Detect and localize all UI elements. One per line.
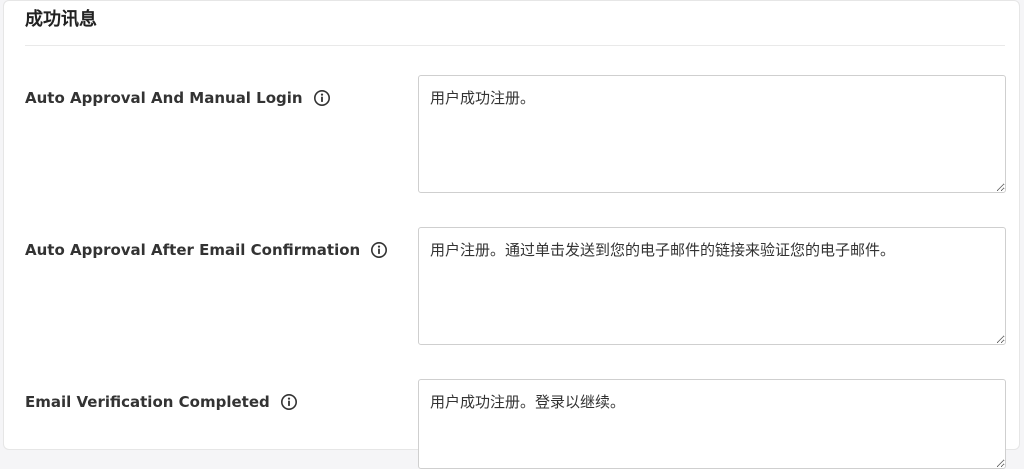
field-label-email-verification-completed: Email Verification Completed xyxy=(25,393,298,411)
field-label-text: Auto Approval And Manual Login xyxy=(25,89,303,107)
field-label-auto-approval-after-email-confirmation: Auto Approval After Email Confirmation xyxy=(25,241,388,259)
message-textarea-auto-approval-after-email-confirmation[interactable]: 用户注册。通过单击发送到您的电子邮件的链接来验证您的电子邮件。 xyxy=(418,227,1006,345)
info-icon[interactable] xyxy=(313,89,331,107)
info-icon[interactable] xyxy=(280,393,298,411)
message-textarea-auto-approval-manual-login[interactable]: 用户成功注册。 xyxy=(418,75,1006,193)
message-textarea-email-verification-completed[interactable]: 用户成功注册。登录以继续。 xyxy=(418,379,1006,469)
info-icon[interactable] xyxy=(370,241,388,259)
success-messages-panel: 成功讯息 Auto Approval And Manual Login 用户成功… xyxy=(3,0,1020,469)
section-divider xyxy=(25,45,1005,46)
field-label-text: Email Verification Completed xyxy=(25,393,270,411)
field-label-text: Auto Approval After Email Confirmation xyxy=(25,241,361,259)
field-label-auto-approval-manual-login: Auto Approval And Manual Login xyxy=(25,89,331,107)
section-title: 成功讯息 xyxy=(25,9,97,30)
